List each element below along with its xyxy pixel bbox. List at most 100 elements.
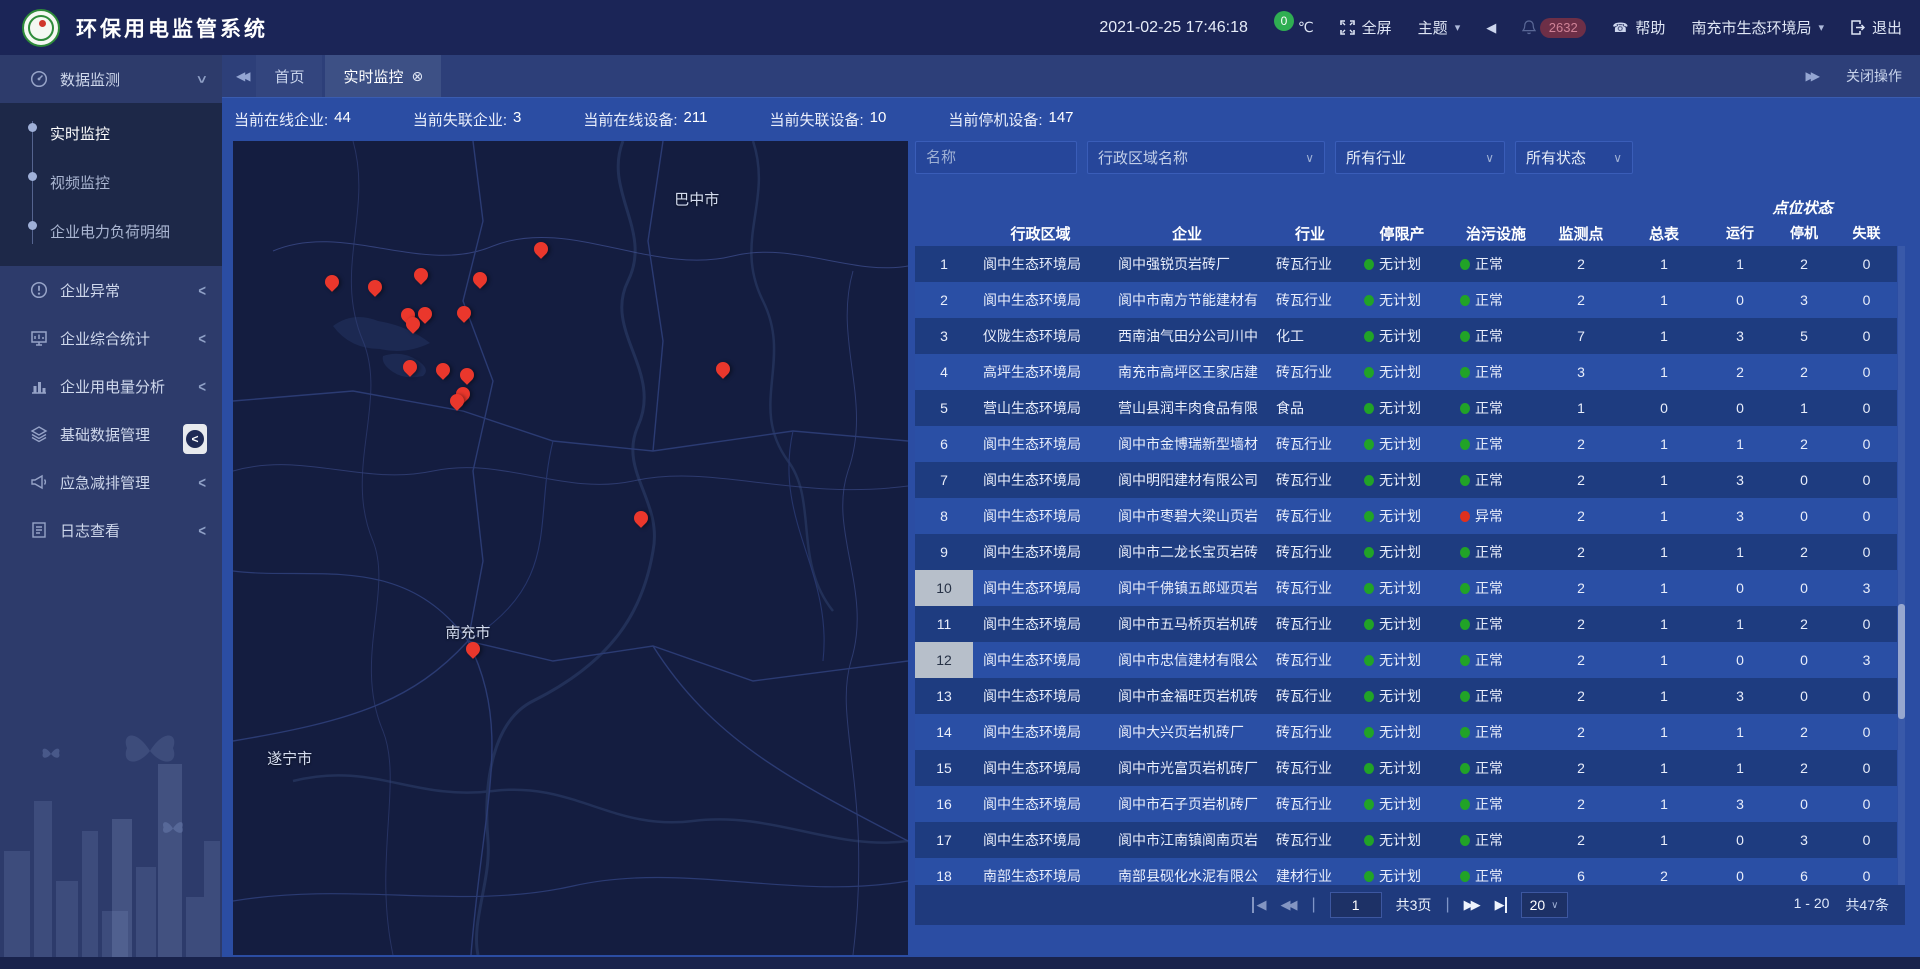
cell-company[interactable]: 阆中市光富页岩机砖厂 bbox=[1108, 750, 1266, 786]
map-panel[interactable]: 巴中市 南充市 遂宁市 bbox=[233, 141, 908, 955]
map-pin-icon[interactable] bbox=[414, 268, 430, 284]
last-page-button[interactable]: ▶ bbox=[1495, 897, 1507, 913]
table-row[interactable]: 18 南部生态环境局 南部县砚化水泥有限公 建材行业 无计划 正常 bbox=[915, 858, 1897, 885]
table-row[interactable]: 5 营山生态环境局 营山县润丰肉食品有限 食品 无计划 正常 bbox=[915, 390, 1897, 426]
map-pin-icon[interactable] bbox=[450, 394, 466, 410]
map-pin-icon[interactable] bbox=[534, 242, 550, 258]
sidebar-collapse-handle[interactable]: < bbox=[183, 424, 207, 454]
cell-company[interactable]: 阆中市枣碧大梁山页岩 bbox=[1108, 498, 1266, 534]
logout-button[interactable]: 退出 bbox=[1850, 17, 1902, 38]
cell-company[interactable]: 营山县润丰肉食品有限 bbox=[1108, 390, 1266, 426]
map-pin-icon[interactable] bbox=[325, 275, 341, 291]
help-button[interactable]: ☎ 帮助 bbox=[1612, 17, 1665, 38]
sidebar-item-data-monitoring[interactable]: 数据监测 < bbox=[0, 55, 222, 103]
cell-total-meters: 1 bbox=[1620, 246, 1708, 282]
sidebar-item-power-load-detail[interactable]: 企业电力负荷明细 bbox=[0, 207, 222, 256]
map-pin-icon[interactable] bbox=[403, 360, 419, 376]
mute-button[interactable]: ◀ bbox=[1486, 20, 1496, 36]
prev-page-button[interactable]: ◀◀ bbox=[1280, 897, 1297, 913]
brand: 环保用电监管系统 bbox=[0, 9, 268, 47]
sidebar-item-enterprise-abnormal[interactable]: 企业异常 < bbox=[0, 266, 222, 314]
industry-filter-select[interactable]: 所有行业 ∨ bbox=[1335, 141, 1505, 174]
cell-company[interactable]: 阆中强锐页岩砖厂 bbox=[1108, 246, 1266, 282]
cell-company[interactable]: 阆中明阳建材有限公司 bbox=[1108, 462, 1266, 498]
cell-industry: 砖瓦行业 bbox=[1266, 714, 1354, 750]
table-row[interactable]: 8 阆中生态环境局 阆中市枣碧大梁山页岩 砖瓦行业 无计划 异常 bbox=[915, 498, 1897, 534]
map-pin-icon[interactable] bbox=[457, 306, 473, 322]
cell-industry: 砖瓦行业 bbox=[1266, 570, 1354, 606]
table-row[interactable]: 15 阆中生态环境局 阆中市光富页岩机砖厂 砖瓦行业 无计划 正常 bbox=[915, 750, 1897, 786]
map-pin-icon[interactable] bbox=[466, 642, 482, 658]
sidebar-item-realtime-monitoring[interactable]: 实时监控 bbox=[0, 109, 222, 158]
status-dot-icon bbox=[1460, 331, 1470, 342]
table-row[interactable]: 13 阆中生态环境局 阆中市金福旺页岩机砖 砖瓦行业 无计划 正常 bbox=[915, 678, 1897, 714]
table-row[interactable]: 10 阆中生态环境局 阆中千佛镇五郎垭页岩 砖瓦行业 无计划 正常 bbox=[915, 570, 1897, 606]
theme-button[interactable]: 主题 ▾ bbox=[1418, 17, 1461, 38]
col-stopped: 停机 bbox=[1772, 220, 1836, 246]
org-menu-button[interactable]: 南充市生态环境局 ▾ bbox=[1691, 17, 1824, 38]
cell-company[interactable]: 阆中市二龙长宝页岩砖 bbox=[1108, 534, 1266, 570]
map-pin-icon[interactable] bbox=[716, 362, 732, 378]
page-number-input[interactable]: 1 bbox=[1330, 892, 1382, 918]
map-pin-icon[interactable] bbox=[418, 307, 434, 323]
table-row[interactable]: 7 阆中生态环境局 阆中明阳建材有限公司 砖瓦行业 无计划 正常 bbox=[915, 462, 1897, 498]
tab-home[interactable]: 首页 bbox=[256, 55, 322, 97]
cell-company[interactable]: 阆中市五马桥页岩机砖 bbox=[1108, 606, 1266, 642]
sidebar-item-video-monitoring[interactable]: 视频监控 bbox=[0, 158, 222, 207]
scrollbar-thumb[interactable] bbox=[1898, 604, 1905, 719]
table-row[interactable]: 1 阆中生态环境局 阆中强锐页岩砖厂 砖瓦行业 无计划 正常 bbox=[915, 246, 1897, 282]
table-row[interactable]: 12 阆中生态环境局 阆中市忠信建材有限公 砖瓦行业 无计划 正常 bbox=[915, 642, 1897, 678]
cell-production-status: 无计划 bbox=[1354, 858, 1450, 885]
first-page-button[interactable]: ◀ bbox=[1252, 897, 1266, 913]
cell-company[interactable]: 阆中市石子页岩机砖厂 bbox=[1108, 786, 1266, 822]
tab-realtime-monitoring[interactable]: 实时监控 ⊗ bbox=[325, 55, 441, 97]
cell-facility-status: 正常 bbox=[1450, 642, 1542, 678]
map-pin-icon[interactable] bbox=[473, 272, 489, 288]
sidebar-item-enterprise-statistics[interactable]: 企业综合统计 < bbox=[0, 314, 222, 362]
close-operations-button[interactable]: 关闭操作 bbox=[1846, 66, 1902, 86]
cell-company[interactable]: 阆中市江南镇阆南页岩 bbox=[1108, 822, 1266, 858]
map-pin-icon[interactable] bbox=[634, 511, 650, 527]
status-filter-value: 所有状态 bbox=[1526, 147, 1586, 168]
table-row[interactable]: 11 阆中生态环境局 阆中市五马桥页岩机砖 砖瓦行业 无计划 正常 bbox=[915, 606, 1897, 642]
map-pin-icon[interactable] bbox=[436, 363, 452, 379]
page-size-select[interactable]: 20 ∨ bbox=[1521, 892, 1568, 918]
cell-company[interactable]: 西南油气田分公司川中 bbox=[1108, 318, 1266, 354]
cell-stopped: 0 bbox=[1772, 462, 1836, 498]
cell-company[interactable]: 南充市高坪区王家店建 bbox=[1108, 354, 1266, 390]
region-filter-select[interactable]: 行政区域名称 ∨ bbox=[1087, 141, 1325, 174]
table-row[interactable]: 4 高坪生态环境局 南充市高坪区王家店建 砖瓦行业 无计划 正常 bbox=[915, 354, 1897, 390]
tabs-scroll-right-icon[interactable]: ▶▶ bbox=[1806, 69, 1816, 83]
name-filter-input[interactable] bbox=[915, 141, 1077, 174]
sidebar-item-log-view[interactable]: 日志查看 < bbox=[0, 506, 222, 554]
cell-company[interactable]: 阆中市金博瑞新型墙材 bbox=[1108, 426, 1266, 462]
next-page-button[interactable]: ▶▶ bbox=[1464, 897, 1481, 913]
sidebar-item-power-analysis[interactable]: 企业用电量分析 < bbox=[0, 362, 222, 410]
close-icon[interactable]: ⊗ bbox=[412, 68, 424, 85]
fullscreen-button[interactable]: 全屏 bbox=[1340, 17, 1392, 38]
tabs-scroll-left-icon[interactable]: ◀◀ bbox=[222, 69, 256, 83]
chevron-left-icon: < bbox=[198, 281, 206, 299]
table-row[interactable]: 9 阆中生态环境局 阆中市二龙长宝页岩砖 砖瓦行业 无计划 正常 bbox=[915, 534, 1897, 570]
table-scrollbar[interactable] bbox=[1898, 246, 1905, 885]
table-row[interactable]: 6 阆中生态环境局 阆中市金博瑞新型墙材 砖瓦行业 无计划 正常 bbox=[915, 426, 1897, 462]
table-row[interactable]: 16 阆中生态环境局 阆中市石子页岩机砖厂 砖瓦行业 无计划 正常 bbox=[915, 786, 1897, 822]
col-running: 运行 bbox=[1708, 220, 1772, 246]
cell-company[interactable]: 阆中千佛镇五郎垭页岩 bbox=[1108, 570, 1266, 606]
status-filter-select[interactable]: 所有状态 ∨ bbox=[1515, 141, 1633, 174]
table-row[interactable]: 2 阆中生态环境局 阆中市南方节能建材有 砖瓦行业 无计划 正常 bbox=[915, 282, 1897, 318]
tabbar: ◀◀ 首页 实时监控 ⊗ ▶▶ 关闭操作 bbox=[222, 55, 1920, 97]
cell-company[interactable]: 阆中市忠信建材有限公 bbox=[1108, 642, 1266, 678]
table-row[interactable]: 3 仪陇生态环境局 西南油气田分公司川中 化工 无计划 正常 bbox=[915, 318, 1897, 354]
notification-area[interactable]: 2632 bbox=[1522, 18, 1586, 38]
map-pin-icon[interactable] bbox=[460, 368, 476, 384]
cell-company[interactable]: 阆中市南方节能建材有 bbox=[1108, 282, 1266, 318]
content-area: 当前在线企业: 44 当前失联企业: 3 当前在线设备: 211 当前失联设备:… bbox=[222, 97, 1920, 969]
cell-company[interactable]: 南部县砚化水泥有限公 bbox=[1108, 858, 1266, 885]
cell-company[interactable]: 阆中大兴页岩机砖厂 bbox=[1108, 714, 1266, 750]
cell-company[interactable]: 阆中市金福旺页岩机砖 bbox=[1108, 678, 1266, 714]
table-row[interactable]: 14 阆中生态环境局 阆中大兴页岩机砖厂 砖瓦行业 无计划 正常 bbox=[915, 714, 1897, 750]
map-pin-icon[interactable] bbox=[368, 280, 384, 296]
sidebar-item-emergency-reduction[interactable]: 应急减排管理 < bbox=[0, 458, 222, 506]
table-row[interactable]: 17 阆中生态环境局 阆中市江南镇阆南页岩 砖瓦行业 无计划 正常 bbox=[915, 822, 1897, 858]
